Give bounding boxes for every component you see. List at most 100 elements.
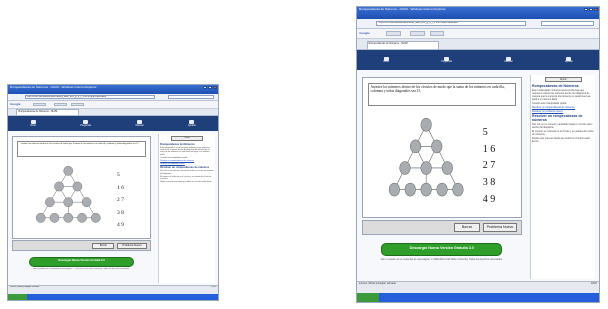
nav-ayudas[interactable]: Ayudas xyxy=(188,120,196,127)
google-logo: Google xyxy=(359,30,370,35)
number-tile[interactable]: 5 xyxy=(117,172,120,178)
number-tile[interactable]: 2 xyxy=(483,160,488,171)
search-input[interactable] xyxy=(540,20,595,27)
download-button[interactable]: Descargar Nueva Versión Gratuita 3.0 xyxy=(381,243,503,257)
number-tile[interactable]: 6 xyxy=(121,185,124,191)
empty-circle-slot[interactable] xyxy=(452,182,464,197)
address-input[interactable]: http://nlvm.usu.edu/es/nav/frames_asid_2… xyxy=(376,20,527,27)
clear-button[interactable]: Borrar xyxy=(92,242,115,249)
nav-inicio[interactable]: Inicio xyxy=(30,120,36,127)
toolbar-button[interactable] xyxy=(71,102,84,107)
puzzle-instructions: Arrastre los números dentro de los círcu… xyxy=(17,140,146,158)
new-problem-button[interactable]: Problema Nuevo xyxy=(482,223,518,232)
empty-circle-slot[interactable] xyxy=(53,181,64,192)
toolbar-button[interactable] xyxy=(429,31,445,37)
zoom-level[interactable]: 100% xyxy=(211,286,218,288)
sidebar-link[interactable]: Resolver un problema nuevo. xyxy=(532,110,594,113)
nav-manual[interactable]: Manual xyxy=(505,56,512,64)
empty-circle-slot[interactable] xyxy=(63,197,73,208)
footer-text: Aún no puede ver el contenido de esta pá… xyxy=(33,268,130,271)
close-icon[interactable] xyxy=(594,7,598,11)
number-tile[interactable]: 1 xyxy=(483,144,488,155)
window-controls xyxy=(584,7,598,11)
number-row: 5 xyxy=(117,172,131,179)
empty-circle-slot[interactable] xyxy=(81,197,91,208)
address-input[interactable]: http://nlvm.usu.edu/es/nav/frames_asid_2… xyxy=(24,94,155,99)
number-tile[interactable]: 9 xyxy=(121,222,124,228)
close-sidebar-button[interactable]: Cerrar xyxy=(544,76,582,82)
minimize-icon[interactable] xyxy=(584,7,588,11)
empty-circle-slot[interactable] xyxy=(399,161,411,175)
tab-active[interactable]: Rompecabezas de Números - NLVM xyxy=(366,40,440,49)
new-problem-button[interactable]: Problema Nuevo xyxy=(116,242,148,249)
tab-strip: Rompecabezas de Números - NLVM xyxy=(357,39,599,50)
status-bar: Internet | Modo protegido: activado 100% xyxy=(8,284,218,294)
number-row: 5 xyxy=(483,127,499,138)
close-sidebar-button[interactable]: Cerrar xyxy=(170,136,204,141)
nav-preguntas[interactable]: Preguntas xyxy=(441,56,452,64)
help-sidebar: Cerrar Rompecabezas de Números Este mani… xyxy=(158,134,215,284)
number-tile[interactable]: 7 xyxy=(121,197,124,203)
empty-circle-slot[interactable] xyxy=(420,118,432,132)
toolbar-search-box[interactable] xyxy=(33,102,46,107)
number-tile[interactable]: 6 xyxy=(490,144,495,155)
number-tile[interactable]: 4 xyxy=(117,222,120,228)
empty-circle-slot[interactable] xyxy=(388,182,400,197)
clear-button[interactable]: Borrar xyxy=(454,223,480,232)
toolbar-search-box[interactable] xyxy=(386,31,401,37)
empty-circle-slot[interactable] xyxy=(436,182,448,197)
puzzle-button-row: Borrar Problema Nuevo xyxy=(12,240,151,252)
number-tile[interactable]: 5 xyxy=(483,127,488,138)
nav-manual[interactable]: Manual xyxy=(136,120,143,127)
number-row: 3 8 xyxy=(117,210,131,217)
help-sidebar: Cerrar Rompecabezas de Números Este mani… xyxy=(530,74,596,280)
window-controls xyxy=(203,85,217,89)
empty-circle-slot[interactable] xyxy=(441,161,453,175)
window-title: Rompecabezas de Números - NLVM - Windows… xyxy=(8,85,218,94)
number-tile[interactable]: 9 xyxy=(490,194,495,205)
empty-circle-slot[interactable] xyxy=(63,212,73,223)
empty-circle-slot[interactable] xyxy=(44,197,55,208)
nav-inicio[interactable]: Inicio xyxy=(383,56,389,64)
maximize-icon[interactable] xyxy=(208,85,212,89)
minimize-icon[interactable] xyxy=(203,85,207,89)
empty-circle-slot[interactable] xyxy=(90,212,101,223)
number-row: 1 6 xyxy=(117,185,131,192)
site-nav: Inicio Preguntas Manual Ayudas xyxy=(8,116,218,132)
empty-circle-slot[interactable] xyxy=(430,139,443,154)
number-tile[interactable]: 8 xyxy=(490,177,495,188)
empty-circle-slot[interactable] xyxy=(409,139,421,154)
empty-circle-slot[interactable] xyxy=(420,161,432,175)
sidebar-title: Rompecabezas de Números xyxy=(532,83,579,88)
maximize-icon[interactable] xyxy=(589,7,593,11)
tab-active[interactable]: Rompecabezas de Números - NLVM xyxy=(16,109,80,116)
empty-circle-slot[interactable] xyxy=(35,212,46,223)
sidebar-link[interactable]: Resolver un problema nuevo. xyxy=(160,163,214,165)
nav-preguntas[interactable]: Preguntas xyxy=(80,120,91,127)
close-icon[interactable] xyxy=(213,85,217,89)
zoom-level[interactable]: 100% xyxy=(591,282,599,285)
toolbar-button[interactable] xyxy=(54,102,67,107)
number-tile[interactable]: 2 xyxy=(117,197,120,203)
number-tile[interactable]: 7 xyxy=(490,160,495,171)
number-tile[interactable]: 8 xyxy=(121,210,124,216)
start-button[interactable] xyxy=(357,293,379,302)
download-button[interactable]: Descargar Nueva Versión Gratuita 3.0 xyxy=(29,257,134,267)
number-tile[interactable]: 1 xyxy=(117,185,120,191)
start-button[interactable] xyxy=(8,293,27,300)
number-tile[interactable]: 4 xyxy=(483,194,488,205)
number-tile[interactable]: 3 xyxy=(483,177,488,188)
empty-circle-slot[interactable] xyxy=(76,212,87,223)
taskbar xyxy=(357,293,599,302)
empty-circle-slot[interactable] xyxy=(49,212,59,223)
number-row: 2 7 xyxy=(483,161,499,171)
empty-circle-slot[interactable] xyxy=(420,182,432,197)
empty-circle-slot[interactable] xyxy=(63,166,73,176)
number-row: 2 7 xyxy=(117,197,131,204)
empty-circle-slot[interactable] xyxy=(404,182,416,197)
toolbar-button[interactable] xyxy=(410,31,425,37)
nav-ayudas[interactable]: Ayudas xyxy=(565,56,573,64)
number-tile[interactable]: 3 xyxy=(117,210,120,216)
search-input[interactable] xyxy=(167,94,214,99)
empty-circle-slot[interactable] xyxy=(72,181,82,192)
